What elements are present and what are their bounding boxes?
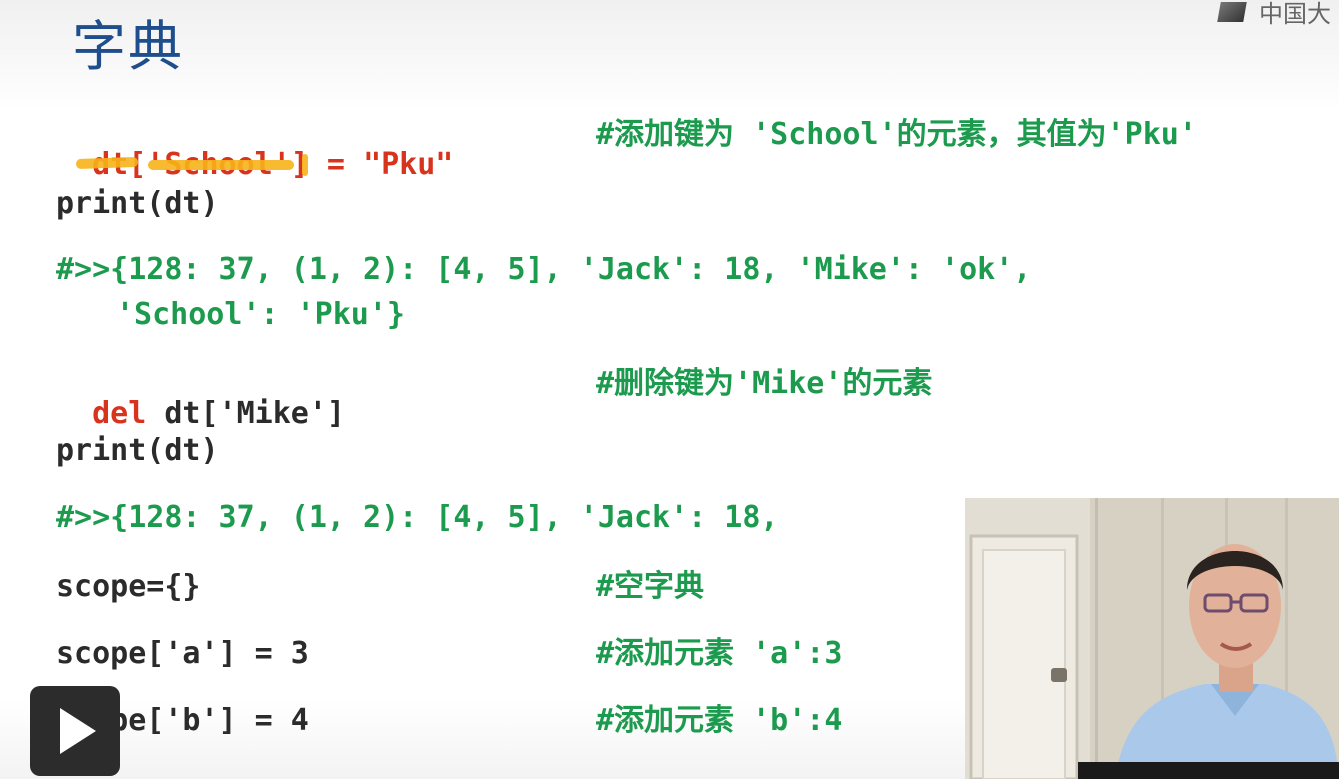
comment-line-1: #添加键为 'School'的元素，其值为'Pku' [596, 117, 1197, 152]
logo-cube-icon [1217, 2, 1247, 22]
comment-line-4: #删除键为'Mike'的元素 [596, 366, 933, 401]
comment-line-7: #空字典 [596, 569, 705, 604]
comment-line-9: #添加元素 'b':4 [596, 703, 843, 738]
code-assign-value: "Pku" [363, 147, 454, 182]
slide-title: 字典 [72, 15, 184, 78]
output-line-1: #>>{128: 37, (1, 2): [4, 5], 'Jack': 18,… [56, 252, 1032, 287]
code-line-5: print(dt) [56, 433, 219, 468]
logo-text: 中国大 [1259, 0, 1331, 28]
output-line-1-cont: 'School': 'Pku'} [116, 297, 405, 332]
code-line-4: del dt['Mike'] [56, 369, 345, 429]
presenter-image [965, 498, 1339, 779]
play-button[interactable] [30, 686, 120, 776]
comment-line-8: #添加元素 'a':3 [596, 636, 843, 671]
output-line-2: #>>{128: 37, (1, 2): [4, 5], 'Jack': 18, [56, 500, 779, 535]
code-line-8: scope['a'] = 3 [56, 636, 309, 671]
video-control-bar [1078, 762, 1339, 779]
brand-logo: 中国大 [1217, 0, 1339, 28]
code-line-2: print(dt) [56, 186, 219, 221]
code-line-1: dt['School'] = "Pku" [56, 120, 453, 180]
code-line-7: scope={} [56, 569, 201, 604]
del-keyword: del [92, 396, 147, 431]
highlight-mark [302, 154, 308, 176]
del-target: dt['Mike'] [146, 396, 345, 431]
webcam-video [965, 498, 1339, 779]
code-assign-op: = [308, 147, 364, 182]
play-icon [60, 708, 96, 754]
highlight-mark [148, 160, 294, 170]
